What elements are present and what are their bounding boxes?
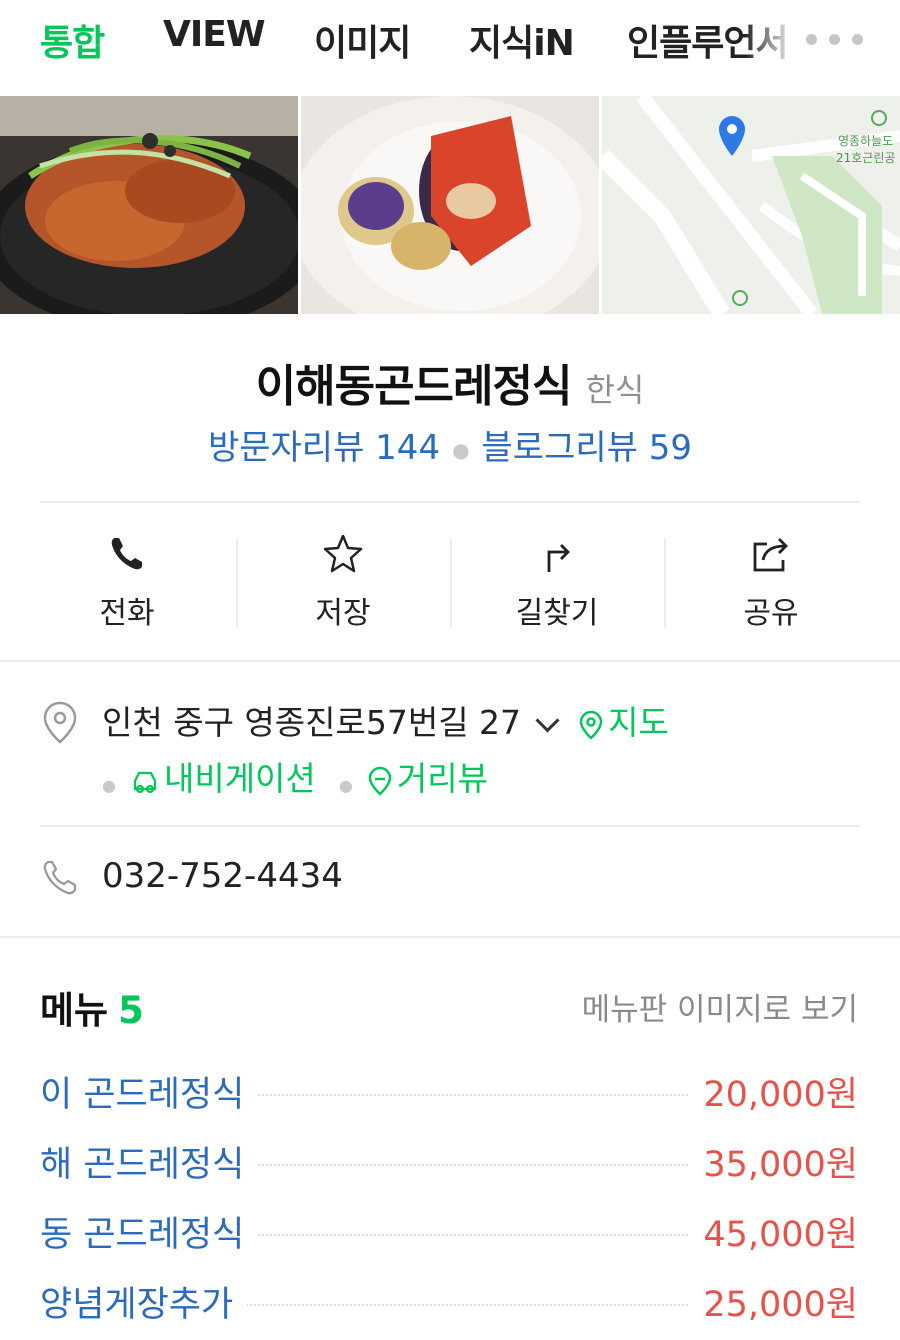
tab-image[interactable]: 이미지 [314,14,411,66]
food-photo-1[interactable] [0,96,298,314]
menu-image-link[interactable]: 메뉴판 이미지로 보기 [582,984,858,1029]
save-button[interactable]: 저장 [236,516,450,656]
directions-label: 길찾기 [515,596,599,631]
location-pin-icon [43,701,77,744]
tab-all[interactable]: 통합 [40,14,105,66]
map-thumbnail[interactable]: 영종하늘도 21호근린공 [602,96,900,314]
blog-review-link[interactable]: 블로그리뷰 59 [482,428,692,468]
menu-heading: 메뉴 5 [40,980,144,1034]
action-bar: 전화 저장 길찾기 공유 [20,516,880,656]
menu-item-name: 양념게장추가 [40,1276,248,1327]
chevron-down-icon[interactable] [535,708,560,733]
navigation-link-label: 내비게이션 [163,759,316,798]
section-divider [0,936,900,938]
place-name: 이해동곤드레정식 [255,361,573,412]
star-icon [323,534,363,573]
more-tabs-icon[interactable] [806,30,876,50]
menu-item-price: 45,000원 [689,1206,858,1257]
menu-item[interactable]: 양념게장추가 25,000원 [40,1276,858,1327]
share-label: 공유 [743,596,799,631]
save-label: 저장 [315,596,371,631]
streetview-link-label: 거리뷰 [396,759,488,798]
review-counts: 방문자리뷰 144 ● 블로그리뷰 59 [0,420,900,469]
separator-dot: ● [338,776,353,795]
menu-item[interactable]: 해 곤드레정식 35,000원 [40,1136,858,1187]
menu-item-price: 25,000원 [689,1276,858,1327]
share-button[interactable]: 공유 [664,516,878,656]
tab-influencer[interactable]: 인플루언서 [627,14,795,66]
map-link-label: 지도 [608,703,669,742]
phone-number[interactable]: 032-752-4434 [102,856,343,896]
menu-item-price: 35,000원 [689,1136,858,1187]
tab-view[interactable]: VIEW [163,14,266,55]
menu-item-name: 이 곤드레정식 [40,1066,259,1117]
divider [40,501,860,503]
phone-outline-icon [43,860,77,895]
map-label-1: 영종하늘도 [838,134,893,148]
call-button[interactable]: 전화 [20,516,234,656]
share-icon [753,538,788,572]
menu-item[interactable]: 이 곤드레정식 20,000원 [40,1066,858,1117]
section-divider [0,660,900,662]
streetview-link[interactable]: 거리뷰 [367,759,488,798]
place-header: 이해동곤드레정식 한식 [0,350,900,414]
directions-button[interactable]: 길찾기 [450,516,664,656]
call-label: 전화 [99,596,155,631]
phone-icon [111,538,142,570]
search-tabs: 통합 VIEW 이미지 지식iN 인플루언서 [0,0,900,96]
separator-dot: ● [452,437,470,462]
car-icon [133,771,157,793]
map-label-2: 21호근린공 [836,151,895,165]
menu-count: 5 [118,989,144,1032]
menu-title: 메뉴 [40,989,109,1032]
photo-strip: 영종하늘도 21호근린공 [0,96,900,314]
divider [40,825,860,827]
menu-item-name: 동 곤드레정식 [40,1206,259,1257]
place-category: 한식 [585,371,645,409]
phone-section: 032-752-4434 [40,856,880,906]
address-text: 인천 중구 영종진로57번길 27 [102,703,522,742]
visitor-review-link[interactable]: 방문자리뷰 144 [208,428,440,468]
streetview-pin-icon [368,766,392,796]
map-link[interactable]: 지도 [578,703,669,742]
map-pin-icon [579,710,603,740]
menu-item[interactable]: 동 곤드레정식 45,000원 [40,1206,858,1257]
menu-item-name: 해 곤드레정식 [40,1136,259,1187]
navigation-link[interactable]: 내비게이션 [130,759,316,798]
directions-icon [547,544,570,572]
tab-knowledge-in[interactable]: 지식iN [469,14,575,66]
menu-item-price: 20,000원 [689,1066,858,1117]
address-links: ● 내비게이션 ● 거리뷰 [102,752,488,800]
food-photo-2[interactable] [301,96,599,314]
separator-dot: ● [102,776,116,795]
